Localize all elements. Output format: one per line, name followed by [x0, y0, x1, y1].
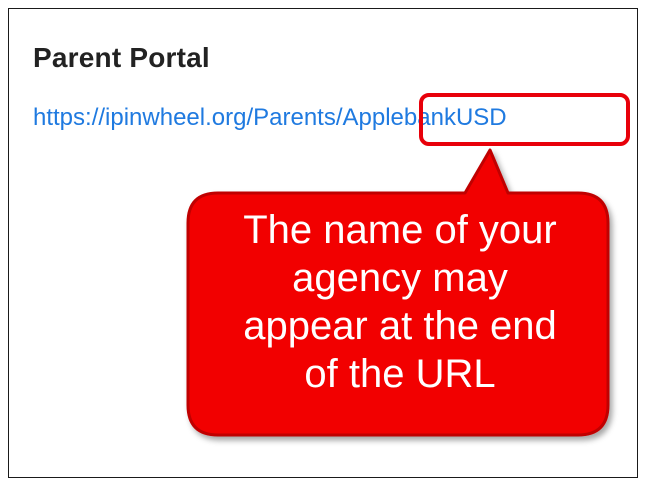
callout-text: The name of your agency may appear at th… [243, 208, 557, 396]
